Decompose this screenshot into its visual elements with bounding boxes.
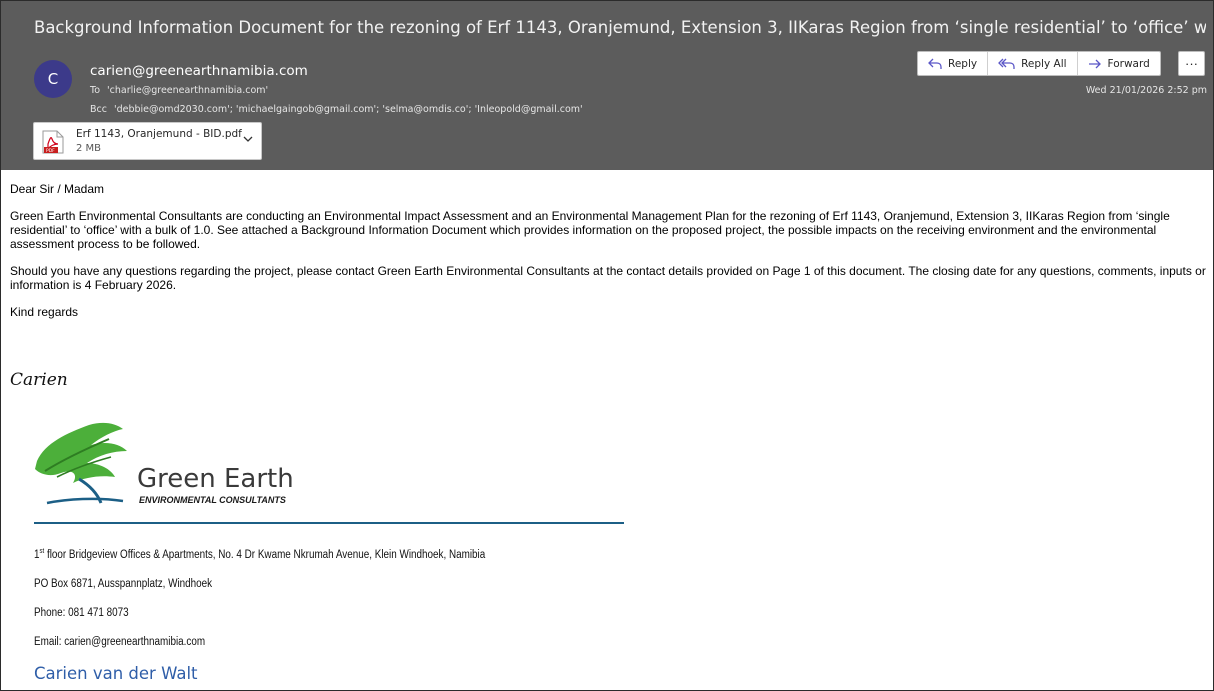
email-body: Dear Sir / Madam Green Earth Environment… — [10, 182, 1206, 332]
more-actions-button[interactable]: ··· — [1178, 51, 1205, 76]
to-label: To — [90, 85, 101, 96]
attachment-size: 2 MB — [76, 143, 102, 154]
chevron-down-icon[interactable] — [243, 136, 253, 143]
contact-po-box: PO Box 6871, Ausspannplatz, Windhoek — [34, 578, 213, 590]
reply-label: Reply — [948, 57, 978, 70]
bcc-label: Bcc — [90, 104, 107, 115]
pdf-file-icon: PDF — [42, 130, 64, 154]
greeting: Dear Sir / Madam — [10, 182, 105, 196]
pdf-icon-label: PDF — [46, 148, 55, 154]
bcc-recipients[interactable]: 'debbie@omd2030.com'; 'michaelgaingob@gm… — [114, 104, 583, 115]
bcc-line: Bcc 'debbie@omd2030.com'; 'michaelgaingob… — [90, 104, 583, 115]
contact-email[interactable]: Email: carien@greenearthnamibia.com — [34, 636, 205, 648]
reply-all-button[interactable]: Reply All — [988, 52, 1078, 75]
sender-avatar[interactable]: C — [34, 60, 72, 98]
script-signature: Carien — [10, 370, 68, 390]
body-paragraph-2: Should you have any questions regarding … — [10, 264, 1206, 292]
forward-button[interactable]: Forward — [1078, 52, 1160, 75]
reply-icon — [928, 58, 942, 69]
body-paragraph-1: Green Earth Environmental Consultants ar… — [10, 209, 1170, 251]
contact-phone: Phone: 081 471 8073 — [34, 607, 129, 619]
logo-name: Green Earth — [137, 464, 294, 494]
reply-actions: Reply Reply All Forward — [917, 51, 1161, 76]
to-recipients[interactable]: 'charlie@greenearthnamibia.com' — [107, 85, 268, 96]
forward-icon — [1088, 59, 1101, 68]
email-subject: Background Information Document for the … — [34, 18, 1206, 37]
email-header: Background Information Document for the … — [1, 1, 1213, 170]
green-earth-logo: Green Earth ENVIRONMENTAL CONSULTANTS — [35, 422, 294, 505]
email-window: Background Information Document for the … — [0, 0, 1214, 691]
logo-tagline: ENVIRONMENTAL CONSULTANTS — [139, 495, 286, 505]
closing: Kind regards — [10, 305, 79, 319]
forward-label: Forward — [1107, 57, 1150, 70]
sent-date: Wed 21/01/2026 2:52 pm — [1085, 85, 1207, 96]
to-line: To 'charlie@greenearthnamibia.com' — [90, 85, 268, 96]
reply-all-label: Reply All — [1021, 57, 1067, 70]
reply-all-icon — [998, 58, 1015, 69]
sender-address[interactable]: carien@greenearthnamibia.com — [90, 63, 308, 79]
signer-name: Carien van der Walt — [34, 664, 198, 683]
signature-divider — [34, 522, 624, 524]
reply-button[interactable]: Reply — [918, 52, 989, 75]
attachment-card[interactable]: PDF Erf 1143, Oranjemund - BID.pdf 2 MB — [33, 122, 262, 160]
tree-icon — [35, 422, 127, 505]
contact-address: 1st floor Bridgeview Offices & Apartment… — [34, 548, 486, 561]
attachment-name[interactable]: Erf 1143, Oranjemund - BID.pdf — [76, 128, 242, 140]
